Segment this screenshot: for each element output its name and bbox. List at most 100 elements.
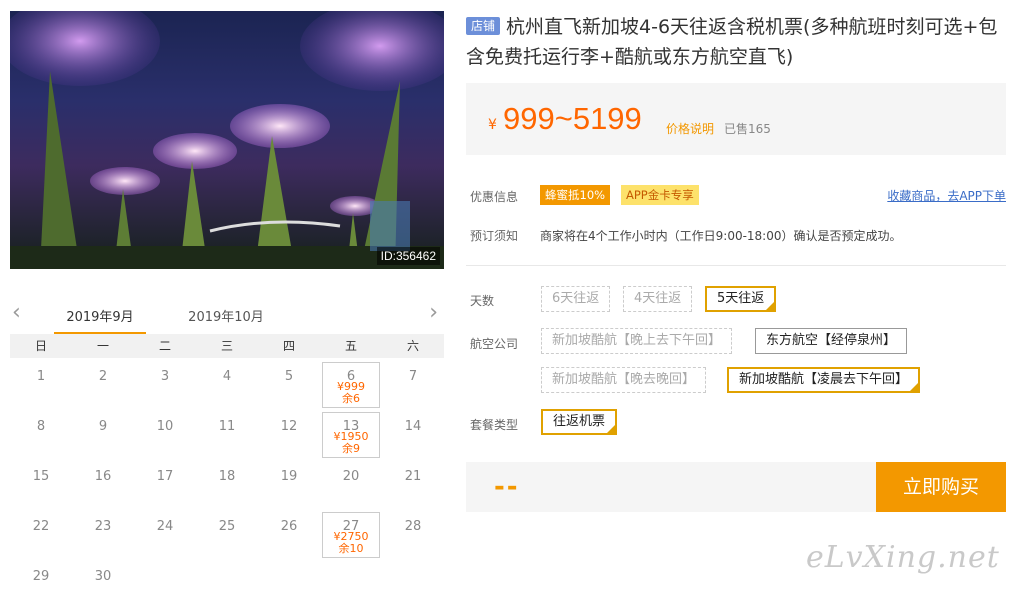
option-airline-scoot-late[interactable]: 新加坡酷航【晚去晚回】 bbox=[541, 367, 707, 393]
calendar-day: 1 bbox=[10, 358, 72, 408]
calendar-day: 3 bbox=[134, 358, 196, 408]
image-id-label: ID:356462 bbox=[376, 247, 440, 265]
day-number: 29 bbox=[32, 569, 50, 584]
tab-month-sep-2019[interactable]: 2019年9月 bbox=[54, 306, 146, 334]
supertree-illustration bbox=[10, 11, 444, 269]
weekday-label: 日 bbox=[34, 339, 47, 353]
calendar-day: 18 bbox=[196, 458, 258, 508]
weekday-label: 四 bbox=[282, 339, 295, 353]
day-number: 1 bbox=[36, 369, 46, 384]
calendar-day: 19 bbox=[258, 458, 320, 508]
product-image: ID:356462 bbox=[10, 11, 444, 269]
airline-label: 航空公司 bbox=[470, 337, 519, 351]
calendar-day: 12 bbox=[258, 408, 320, 458]
day-number: 4 bbox=[222, 369, 232, 384]
day-number: 9 bbox=[98, 419, 108, 434]
option-days-4[interactable]: 4天往返 bbox=[623, 286, 693, 312]
tab-month-oct-2019[interactable]: 2019年10月 bbox=[180, 306, 272, 332]
price-range: 999~5199 bbox=[503, 101, 642, 136]
option-days-6[interactable]: 6天往返 bbox=[541, 286, 611, 312]
day-number: 23 bbox=[94, 519, 112, 534]
shop-badge: 店铺 bbox=[466, 17, 501, 35]
option-package-roundtrip[interactable]: 往返机票 bbox=[541, 409, 618, 435]
day-stock: 余9 bbox=[342, 442, 360, 455]
sold-count: 已售165 bbox=[724, 122, 771, 136]
price-explanation-link[interactable]: 价格说明 bbox=[666, 120, 714, 137]
calendar-week-row: 15 16 17 18 19 20 21 bbox=[10, 458, 444, 508]
day-number: 16 bbox=[94, 469, 112, 484]
calendar-day: 29 bbox=[10, 558, 72, 591]
day-number: 11 bbox=[218, 419, 236, 434]
calendar-day: 15 bbox=[10, 458, 72, 508]
day-number: 5 bbox=[284, 369, 294, 384]
promo-tag-app-gold: APP金卡专享 bbox=[621, 185, 699, 205]
day-number: 2 bbox=[98, 369, 108, 384]
day-number: 18 bbox=[218, 469, 236, 484]
calendar-grid: 1 2 3 4 5 6 ¥999 余6 7 8 9 10 11 12 13 ¥1950 余9 14 15 16 17 18… bbox=[10, 358, 444, 591]
calendar-day: 21 bbox=[382, 458, 444, 508]
option-days-5[interactable]: 5天往返 bbox=[705, 286, 777, 312]
calendar-day-available[interactable]: 6 ¥999 余6 bbox=[320, 358, 382, 408]
calendar-day: 7 bbox=[382, 358, 444, 408]
day-number: 22 bbox=[32, 519, 50, 534]
collect-app-link[interactable]: 收藏商品，去APP下单 bbox=[887, 187, 1006, 204]
calendar-week-row: 22 23 24 25 26 27 ¥2750 余10 28 bbox=[10, 508, 444, 558]
day-number: 20 bbox=[342, 469, 360, 484]
day-number: 28 bbox=[404, 519, 422, 534]
calendar-day: 22 bbox=[10, 508, 72, 558]
calendar-day: 25 bbox=[196, 508, 258, 558]
days-label: 天数 bbox=[470, 294, 495, 308]
calendar-weekday-header: 日 一 二 三 四 五 六 bbox=[10, 334, 444, 358]
day-number: 15 bbox=[32, 469, 50, 484]
currency-symbol: ¥ bbox=[488, 117, 497, 133]
day-stock: 余10 bbox=[338, 542, 364, 555]
weekday-label: 五 bbox=[344, 339, 357, 353]
booking-notice: 商家将在4个工作小时内（工作日9:00-18:00）确认是否预定成功。 bbox=[540, 229, 902, 243]
calendar-day: 17 bbox=[134, 458, 196, 508]
calendar-day: 30 bbox=[72, 558, 134, 591]
divider bbox=[466, 265, 1006, 266]
calendar-day-available[interactable]: 27 ¥2750 余10 bbox=[320, 508, 382, 558]
day-number: 14 bbox=[404, 419, 422, 434]
calendar-day: 16 bbox=[72, 458, 134, 508]
calendar-day: 11 bbox=[196, 408, 258, 458]
calendar-day: 5 bbox=[258, 358, 320, 408]
booking-label: 预订须知 bbox=[470, 229, 519, 243]
calendar-day: 23 bbox=[72, 508, 134, 558]
calendar-week-row: 8 9 10 11 12 13 ¥1950 余9 14 bbox=[10, 408, 444, 458]
calendar-day: 10 bbox=[134, 408, 196, 458]
day-number: 26 bbox=[280, 519, 298, 534]
weekday-label: 一 bbox=[96, 339, 109, 353]
promo-tag-honey: 蜂蜜抵10% bbox=[540, 185, 611, 205]
calendar-day bbox=[196, 558, 258, 591]
product-title-text: 杭州直飞新加坡4-6天往返含税机票(多种航班时刻可选+包含免费托运行李+酷航或东… bbox=[466, 16, 998, 68]
total-price: -- bbox=[494, 472, 520, 502]
buy-now-button[interactable]: 立即购买 bbox=[876, 462, 1006, 512]
calendar-day: 4 bbox=[196, 358, 258, 408]
weekday-label: 三 bbox=[220, 339, 233, 353]
day-number: 7 bbox=[408, 369, 418, 384]
weekday-label: 六 bbox=[406, 339, 419, 353]
calendar-day bbox=[134, 558, 196, 591]
option-airline-scoot-dawn[interactable]: 新加坡酷航【凌晨去下午回】 bbox=[727, 367, 921, 393]
calendar-day: 2 bbox=[72, 358, 134, 408]
calendar-day: 14 bbox=[382, 408, 444, 458]
day-number: 19 bbox=[280, 469, 298, 484]
option-airline-scoot-evening[interactable]: 新加坡酷航【晚上去下午回】 bbox=[541, 328, 733, 354]
day-number: 24 bbox=[156, 519, 174, 534]
calendar-day: 20 bbox=[320, 458, 382, 508]
day-number: 10 bbox=[156, 419, 174, 434]
day-number: 12 bbox=[280, 419, 298, 434]
next-month-icon[interactable]: › bbox=[429, 302, 438, 324]
day-number: 30 bbox=[94, 569, 112, 584]
day-number: 21 bbox=[404, 469, 422, 484]
site-watermark: eLvXing.net bbox=[806, 540, 1000, 575]
option-airline-china-eastern[interactable]: 东方航空【经停泉州】 bbox=[755, 328, 908, 354]
calendar-day bbox=[258, 558, 320, 591]
calendar-week-row: 1 2 3 4 5 6 ¥999 余6 7 bbox=[10, 358, 444, 408]
day-number: 8 bbox=[36, 419, 46, 434]
calendar-day-available[interactable]: 13 ¥1950 余9 bbox=[320, 408, 382, 458]
prev-month-icon[interactable]: ‹ bbox=[12, 302, 21, 324]
calendar-day: 24 bbox=[134, 508, 196, 558]
calendar-day: 8 bbox=[10, 408, 72, 458]
